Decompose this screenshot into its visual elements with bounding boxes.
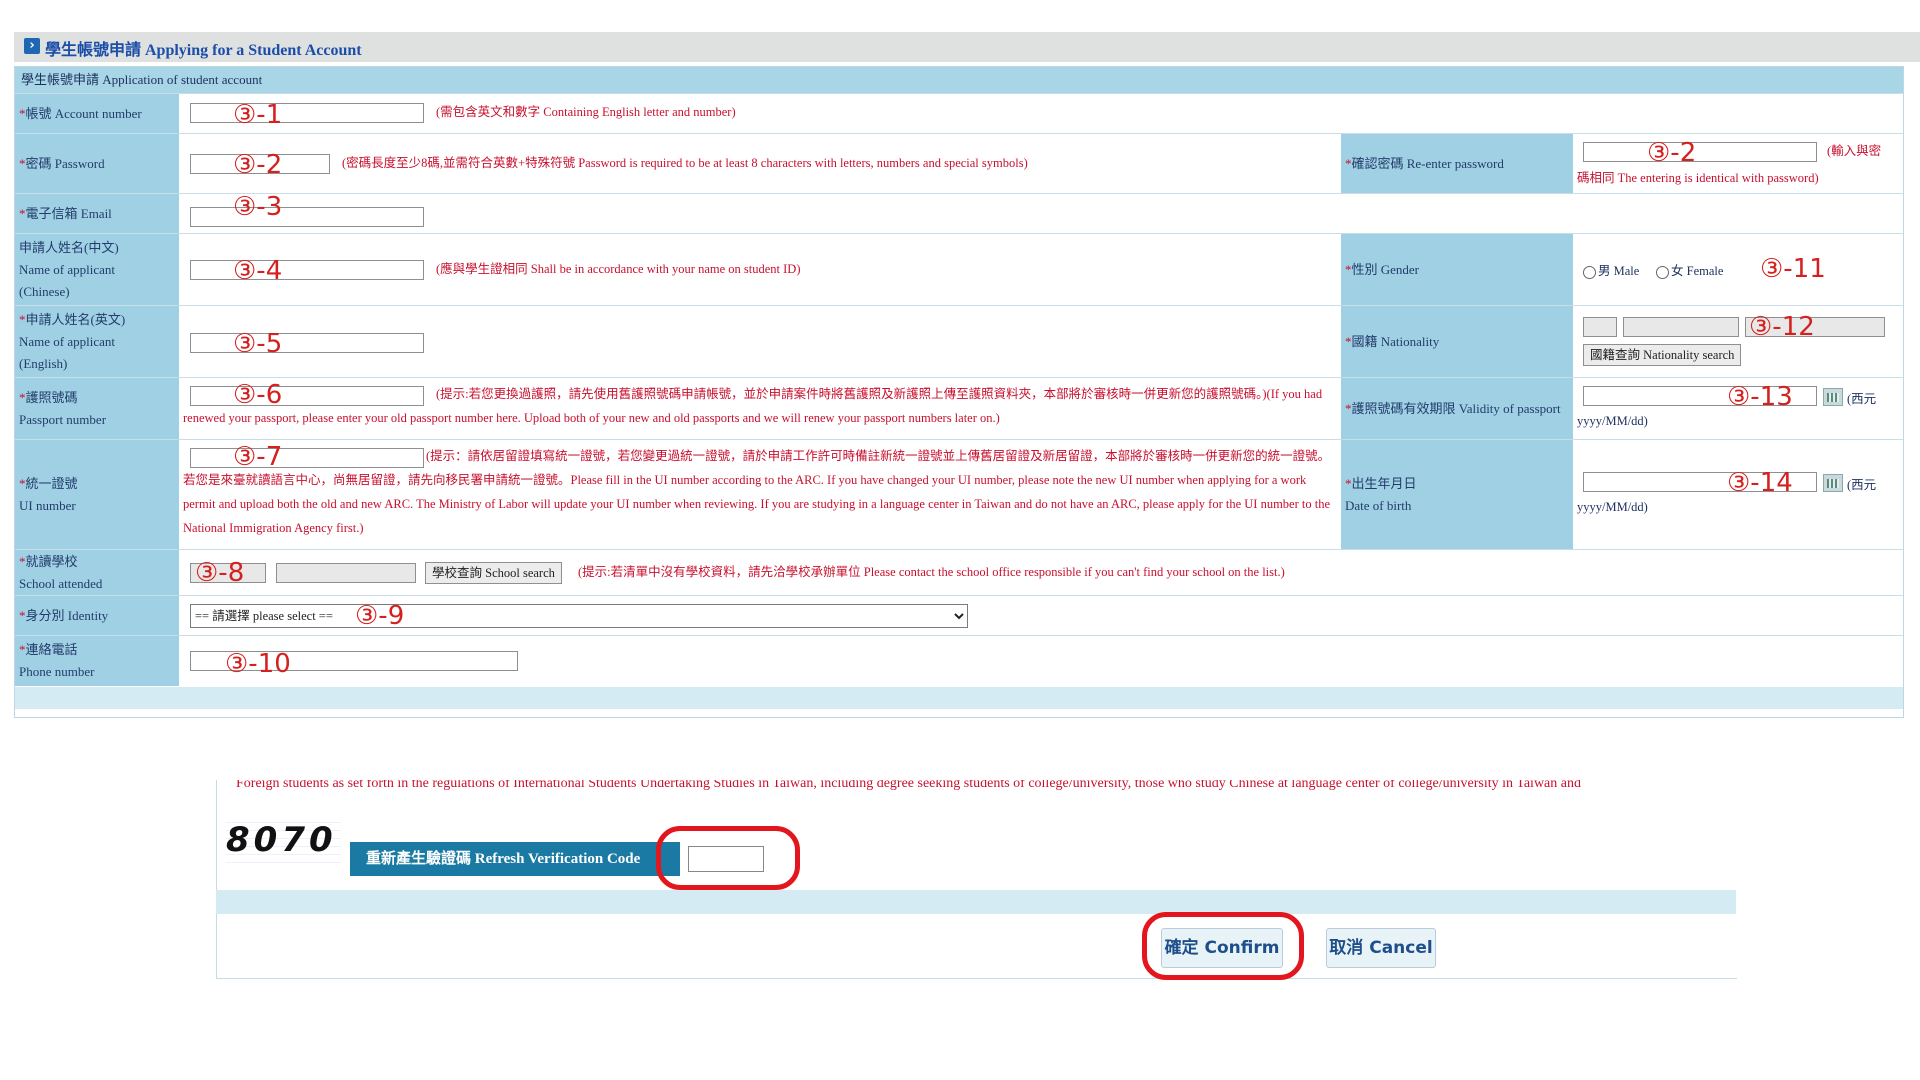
- school-search-button[interactable]: 學校查詢 School search: [425, 562, 562, 584]
- highlight-oval-confirm: [1142, 912, 1304, 980]
- repassword-hint-b: 碼相同 The entering is identical with passw…: [1577, 171, 1819, 185]
- phone-row: *連絡電話 Phone number ③-10: [15, 635, 1903, 686]
- marker-3-12: ③-12: [1749, 312, 1815, 342]
- birth-era: (西元: [1847, 478, 1877, 492]
- ui-number-label: *統一證號 UI number: [15, 440, 179, 550]
- nationality-label: *國籍 Nationality: [1341, 306, 1573, 378]
- name-en-input[interactable]: [190, 333, 424, 353]
- male-radio[interactable]: [1583, 265, 1596, 279]
- name-cn-input[interactable]: [190, 260, 424, 280]
- verification-frame: [216, 780, 1737, 979]
- school-label: *就讀學校 School attended: [15, 550, 179, 596]
- marker-3-8: ③-8: [195, 558, 245, 588]
- marker-3-1: ③-1: [233, 100, 283, 130]
- form-subtitle: 學生帳號申請 Application of student account: [21, 72, 263, 87]
- gender-female-option[interactable]: 女 Female: [1656, 260, 1723, 279]
- marker-3-2-repassword: ③-2: [1647, 138, 1697, 168]
- nationality-code-input[interactable]: [1583, 317, 1617, 337]
- marker-3-4: ③-4: [233, 256, 283, 286]
- email-row: *電子信箱 Email ③-3: [15, 193, 1903, 234]
- application-form: 學生帳號申請 Application of student account *帳…: [14, 66, 1904, 718]
- name-en-row: *申請人姓名(英文) Name of applicant (English) ③-5…: [15, 305, 1903, 378]
- verification-section: Foreign students as set forth in the reg…: [216, 780, 1737, 980]
- marker-3-9: ③-9: [355, 601, 405, 631]
- identity-select[interactable]: == 請選擇 please select ==: [190, 604, 968, 628]
- nationality-name-input[interactable]: [1623, 317, 1739, 337]
- arrow-right-icon: ›: [24, 38, 40, 54]
- marker-3-14: ③-14: [1727, 468, 1793, 498]
- page-header: › 學生帳號申請 Applying for a Student Account: [14, 32, 1920, 62]
- repassword-hint-a: (輸入與密: [1827, 144, 1882, 158]
- email-input[interactable]: [190, 207, 424, 227]
- page-title: 學生帳號申請 Applying for a Student Account: [45, 42, 362, 59]
- calendar-icon[interactable]: [1823, 474, 1843, 492]
- marker-3-3: ③-3: [233, 192, 283, 222]
- marker-3-2-password: ③-2: [233, 150, 283, 180]
- password-row: *密碼 Password ③-2 (密碼長度至少8碼,並需符合英數+特殊符號 P…: [15, 133, 1903, 194]
- name-cn-row: 申請人姓名(中文) Name of applicant (Chinese) ③-4 …: [15, 233, 1903, 306]
- calendar-icon[interactable]: [1823, 388, 1843, 406]
- cancel-button[interactable]: 取消 Cancel: [1326, 928, 1436, 968]
- ui-number-row: *統一證號 UI number ③-7 (提示：請依居留證填寫統一證號，若您變更過…: [15, 439, 1903, 550]
- marker-3-5: ③-5: [233, 329, 283, 359]
- repassword-input[interactable]: [1583, 142, 1817, 162]
- nationality-search-button[interactable]: 國籍查詢 Nationality search: [1583, 344, 1742, 366]
- form-footer-strip: [15, 687, 1903, 709]
- identity-row: *身分別 Identity == 請選擇 please select == ③-…: [15, 595, 1903, 636]
- marker-3-10: ③-10: [225, 649, 291, 679]
- name-cn-hint: (應與學生證相同 Shall be in accordance with you…: [436, 262, 801, 276]
- name-cn-label: 申請人姓名(中文) Name of applicant (Chinese): [15, 234, 179, 306]
- phone-label: *連絡電話 Phone number: [15, 636, 179, 686]
- identity-label: *身分別 Identity: [15, 596, 179, 636]
- verification-divider-strip: [216, 890, 1736, 914]
- password-label: *密碼 Password: [15, 134, 179, 194]
- passport-validity-format: yyyy/MM/dd): [1577, 414, 1648, 428]
- marker-3-11: ③-11: [1760, 254, 1826, 284]
- ui-number-hint: (提示：請依居留證填寫統一證號，若您變更過統一證號，請於申請工作許可時備註新統一…: [183, 449, 1331, 535]
- account-hint: (需包含英文和數字 Containing English letter and …: [436, 105, 736, 119]
- identity-note: Foreign students as set forth in the reg…: [236, 780, 1581, 791]
- account-label: *帳號 Account number: [15, 94, 179, 134]
- passport-label: *護照號碼 Passport number: [15, 378, 179, 440]
- refresh-verification-button[interactable]: 重新產生驗證碼 Refresh Verification Code: [350, 842, 680, 876]
- account-input[interactable]: [190, 103, 424, 123]
- name-en-label: *申請人姓名(英文) Name of applicant (English): [15, 306, 179, 378]
- captcha-image: 8070: [226, 820, 341, 870]
- email-label: *電子信箱 Email: [15, 194, 179, 234]
- highlight-oval-code: [656, 826, 800, 890]
- birth-label: *出生年月日 Date of birth: [1341, 440, 1573, 550]
- passport-hint: (提示:若您更換過護照，請先使用舊護照號碼申請帳號，並於申請案件時將舊護照及新護…: [183, 387, 1323, 425]
- form-subtitle-bar: 學生帳號申請 Application of student account: [15, 67, 1903, 93]
- passport-validity-label: *護照號碼有效期限 Validity of passport: [1341, 378, 1573, 440]
- birth-format: yyyy/MM/dd): [1577, 500, 1648, 514]
- school-name-input[interactable]: [276, 563, 416, 583]
- passport-row: *護照號碼 Passport number ③-6 (提示:若您更換過護照，請先使…: [15, 377, 1903, 440]
- marker-3-13: ③-13: [1727, 382, 1793, 412]
- gender-label: *性別 Gender: [1341, 234, 1573, 306]
- password-hint: (密碼長度至少8碼,並需符合英數+特殊符號 Password is requir…: [342, 156, 1028, 170]
- gender-male-option[interactable]: 男 Male: [1583, 260, 1639, 279]
- account-row: *帳號 Account number ③-1 (需包含英文和數字 Contain…: [15, 93, 1903, 134]
- passport-validity-era: (西元: [1847, 392, 1877, 406]
- repassword-label: *確認密碼 Re-enter password: [1341, 134, 1573, 194]
- female-radio[interactable]: [1656, 265, 1669, 279]
- school-row: *就讀學校 School attended ③-8 學校查詢 School sea…: [15, 549, 1903, 596]
- school-hint: (提示:若清單中沒有學校資料，請先洽學校承辦單位 Please contact …: [578, 565, 1285, 579]
